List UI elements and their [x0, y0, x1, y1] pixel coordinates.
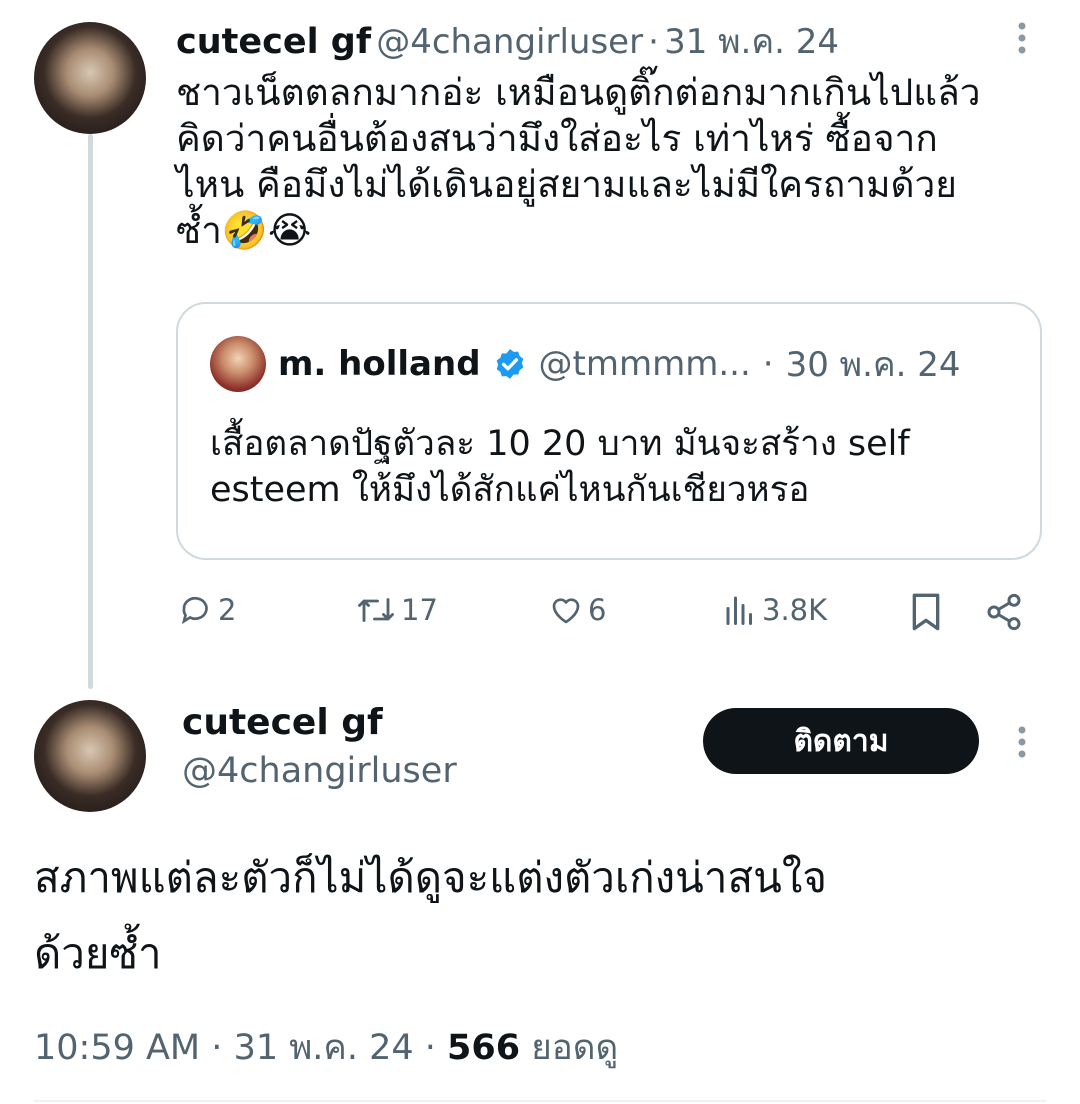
reply-button[interactable]: 2 — [178, 592, 236, 628]
meta-separator: · — [424, 1028, 436, 1068]
bookmark-icon — [912, 593, 940, 631]
quote-avatar[interactable] — [210, 336, 266, 392]
share-button[interactable] — [984, 592, 1024, 636]
thread-line — [88, 134, 93, 689]
parent-tweet-text: ชาวเน็ตตลกมากอ่ะ เหมือนดูติ๊กต่อกมากเกิน… — [176, 70, 1056, 254]
parent-avatar[interactable] — [34, 22, 146, 134]
more-icon — [1018, 726, 1026, 758]
parent-tweet-header: cutecel gf @4changirluser · 31 พ.ค. 24 — [176, 14, 839, 68]
view-count-label: ยอดดู — [531, 1028, 619, 1068]
parent-more-button[interactable] — [1012, 18, 1032, 64]
like-count: 6 — [588, 593, 607, 627]
main-tweet-text: สภาพแต่ละตัวก็ไม่ได้ดูจะแต่งตัวเก่งน่าสน… — [34, 840, 1044, 991]
parent-display-name[interactable]: cutecel gf — [176, 22, 371, 62]
quote-text: เสื้อตลาดปัฐตัวละ 10 20 บาท มันจะสร้าง s… — [210, 422, 1030, 513]
parent-text-line: ซ้ำ🤣😭 — [176, 208, 312, 252]
parent-separator: · — [648, 22, 659, 62]
views-icon — [726, 596, 752, 625]
meta-separator: · — [211, 1028, 223, 1068]
quoted-tweet-card[interactable]: m. holland @tmmmm... · 30 พ.ค. 24 เสื้อต… — [176, 302, 1042, 560]
parent-text-line: ไหน คือมึงไม่ได้เดินอยู่สยามและไม่มีใครถ… — [176, 162, 957, 206]
share-icon — [987, 593, 1021, 631]
tweet-date[interactable]: 31 พ.ค. 24 — [234, 1028, 414, 1068]
repost-button[interactable]: 17 — [355, 592, 438, 628]
quote-text-line: เสื้อตลาดปัฐตัวละ 10 20 บาท มันจะสร้าง s… — [210, 424, 910, 464]
repost-icon — [358, 598, 394, 622]
parent-handle[interactable]: @4changirluser — [376, 22, 643, 62]
author-display-name[interactable]: cutecel gf — [182, 702, 457, 743]
tweet-meta: 10:59 AM · 31 พ.ค. 24 · 566 ยอดดู — [34, 1020, 618, 1075]
quote-date[interactable]: 30 พ.ค. 24 — [786, 337, 961, 391]
author-avatar[interactable] — [34, 700, 146, 812]
main-more-button[interactable] — [1012, 722, 1032, 768]
quote-header: m. holland @tmmmm... · 30 พ.ค. 24 — [210, 336, 961, 392]
more-icon — [1018, 22, 1026, 54]
bookmark-button[interactable] — [908, 592, 944, 636]
tweet-time[interactable]: 10:59 AM — [34, 1028, 200, 1068]
quote-text-line: esteem ให้มึงได้สักแค่ไหนกันเชียวหรอ — [210, 469, 810, 510]
like-button[interactable]: 6 — [548, 592, 606, 628]
main-text-line: สภาพแต่ละตัวก็ไม่ได้ดูจะแต่งตัวเก่งน่าสน… — [34, 853, 827, 902]
verified-badge-icon — [496, 349, 523, 379]
parent-text-line: คิดว่าคนอื่นต้องสนว่ามึงใส่อะไร เท่าไหร่… — [176, 116, 938, 160]
like-icon — [552, 598, 580, 624]
view-count-number: 566 — [447, 1028, 521, 1068]
author-block: cutecel gf @4changirluser — [182, 702, 457, 791]
repost-count: 17 — [401, 593, 438, 627]
author-handle[interactable]: @4changirluser — [182, 751, 457, 791]
view-count: 3.8K — [762, 593, 828, 627]
parent-text-line: ชาวเน็ตตลกมากอ่ะ เหมือนดูติ๊กต่อกมากเกิน… — [176, 71, 981, 114]
main-text-line: ด้วยซ้ำ — [34, 928, 162, 978]
reply-icon — [181, 596, 208, 625]
views-button[interactable]: 3.8K — [722, 592, 827, 628]
parent-date[interactable]: 31 พ.ค. 24 — [664, 22, 839, 62]
reply-count: 2 — [218, 593, 237, 627]
quote-display-name[interactable]: m. holland — [278, 344, 481, 384]
divider — [34, 1100, 1046, 1102]
follow-button[interactable]: ติดตาม — [703, 708, 979, 774]
quote-separator: · — [762, 344, 774, 384]
quote-handle[interactable]: @tmmmm... — [539, 344, 751, 384]
